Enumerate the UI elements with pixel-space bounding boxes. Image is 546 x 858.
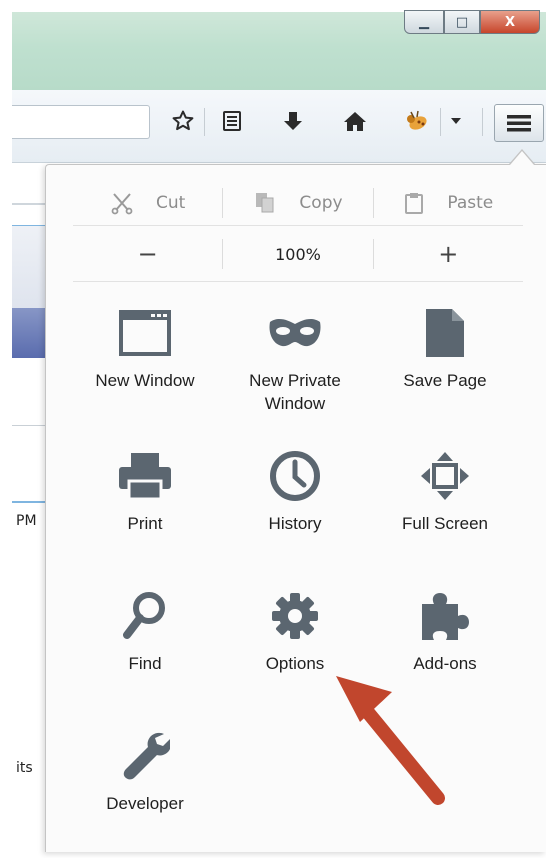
- reading-list-icon[interactable]: [215, 104, 249, 138]
- window-titlebar: ▁ □ X: [12, 10, 546, 90]
- content-text: its: [16, 760, 33, 776]
- print-label: Print: [127, 514, 163, 533]
- toolbar-separator: [482, 108, 483, 136]
- zoom-out-button[interactable]: −: [73, 239, 222, 269]
- hamburger-menu-icon: [507, 115, 531, 132]
- save-page-icon: [415, 305, 475, 361]
- add-ons-label: Add-ons: [413, 654, 477, 673]
- wrench-icon: [115, 728, 175, 784]
- printer-icon: [115, 448, 175, 504]
- gear-icon: [265, 588, 325, 644]
- content-time-text: PM: [16, 513, 37, 529]
- zoom-reset-button[interactable]: 100%: [222, 239, 372, 269]
- magnifier-icon: [115, 588, 175, 644]
- options-label: Options: [265, 654, 325, 673]
- firebug-icon[interactable]: [400, 104, 434, 138]
- menu-panel-caret: [510, 151, 534, 165]
- add-ons-button[interactable]: Add-ons: [370, 588, 520, 718]
- history-label: History: [268, 514, 322, 533]
- maximize-button[interactable]: □: [444, 10, 480, 34]
- new-window-icon: [115, 305, 175, 361]
- new-private-window-button[interactable]: New Private Window: [220, 305, 370, 435]
- copy-icon: [256, 192, 274, 212]
- save-page-button[interactable]: Save Page: [370, 305, 520, 435]
- private-mask-icon: [265, 305, 325, 361]
- new-window-button[interactable]: New Window: [70, 305, 220, 435]
- menu-panel: Cut Copy Paste − 100% + New Window New P…: [45, 164, 546, 852]
- toolbar-separator: [204, 108, 205, 136]
- zoom-controls: − 100% +: [73, 227, 523, 282]
- full-screen-label: Full Screen: [402, 514, 488, 533]
- history-button[interactable]: History: [220, 448, 370, 578]
- find-button[interactable]: Find: [70, 588, 220, 718]
- close-button[interactable]: X: [480, 10, 540, 34]
- toolbar-separator: [440, 108, 441, 136]
- window-controls: ▁ □ X: [404, 10, 540, 34]
- open-menu-button[interactable]: [494, 104, 544, 142]
- paste-label: Paste: [447, 192, 494, 213]
- copy-label: Copy: [299, 192, 343, 213]
- full-screen-button[interactable]: Full Screen: [370, 448, 520, 578]
- clipboard-icon: [405, 192, 424, 214]
- new-window-label: New Window: [95, 371, 195, 390]
- dropdown-icon[interactable]: [443, 104, 469, 138]
- clock-icon: [265, 448, 325, 504]
- developer-button[interactable]: Developer: [70, 728, 220, 858]
- find-label: Find: [128, 654, 162, 673]
- cut-label: Cut: [156, 192, 186, 213]
- new-private-window-label: New Private Window: [249, 371, 341, 413]
- developer-label: Developer: [106, 794, 184, 813]
- scissors-icon: [111, 192, 133, 214]
- save-page-label: Save Page: [403, 371, 487, 390]
- bookmark-star-icon[interactable]: [166, 104, 200, 138]
- print-button[interactable]: Print: [70, 448, 220, 578]
- home-icon[interactable]: [338, 104, 372, 138]
- fullscreen-arrows-icon: [415, 448, 475, 504]
- puzzle-piece-icon: [415, 588, 475, 644]
- paste-button[interactable]: Paste: [372, 187, 523, 218]
- download-icon[interactable]: [276, 104, 310, 138]
- edit-controls: Cut Copy Paste: [73, 180, 523, 226]
- url-bar[interactable]: [12, 105, 150, 139]
- minimize-button[interactable]: ▁: [404, 10, 444, 34]
- zoom-in-button[interactable]: +: [372, 239, 523, 269]
- options-button[interactable]: Options: [220, 588, 370, 718]
- cut-button[interactable]: Cut: [73, 188, 222, 218]
- copy-button[interactable]: Copy: [222, 187, 372, 218]
- navigation-toolbar: [12, 90, 546, 163]
